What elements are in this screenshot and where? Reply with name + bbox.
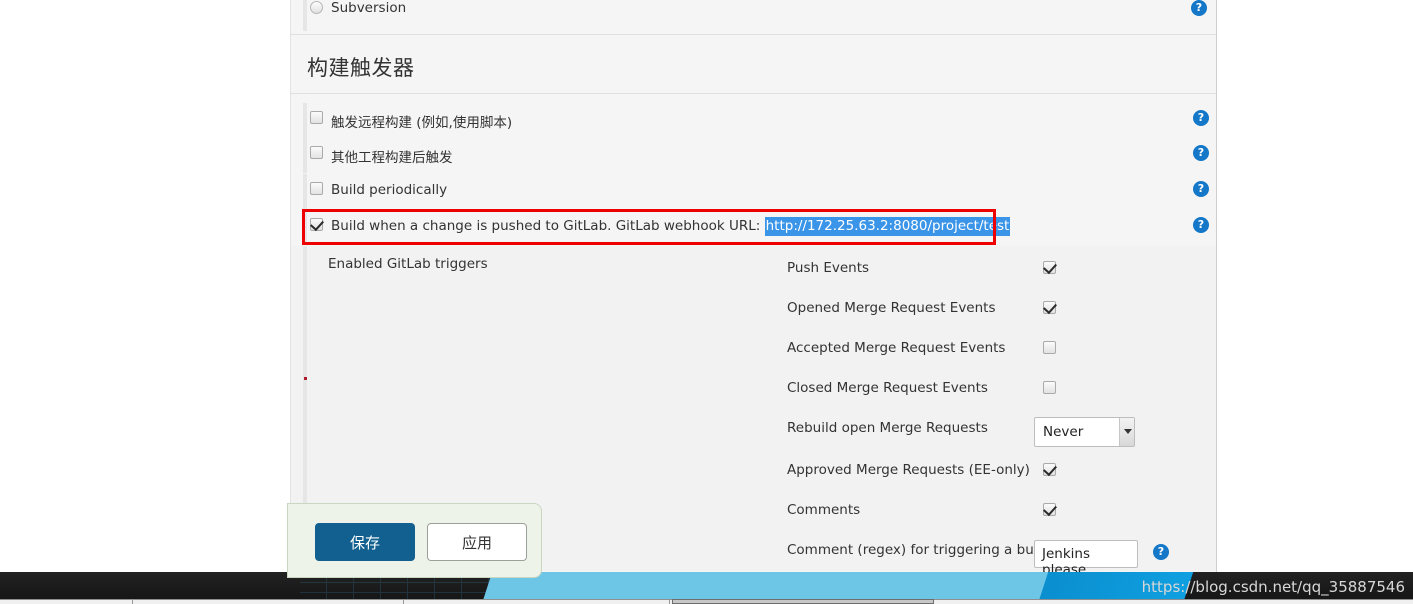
screen: Subversion ? 构建触发器 触发远程构建 (例如,使用脚本) ? 其他… [0, 0, 1413, 604]
form-action-bar: 保存 应用 [287, 503, 542, 578]
gitlab-row-label: Accepted Merge Request Events [787, 340, 1006, 356]
rebuild-open-merge-requests-value: Never [1043, 424, 1084, 440]
gitlab-row-push-events[interactable]: Push Events [291, 260, 1216, 300]
divider-scm [291, 34, 1216, 35]
approved-merge-requests-checkbox[interactable] [1043, 463, 1056, 476]
gitlab-row-label: Comment (regex) for triggering a build [787, 542, 1050, 558]
gitlab-webhook-url[interactable]: http://172.25.63.2:8080/project/test [764, 217, 1011, 236]
trigger-remote-checkbox[interactable] [310, 111, 323, 124]
help-icon-comment-regex[interactable]: ? [1153, 544, 1169, 560]
row-accent-bar [303, 138, 307, 173]
rebuild-open-merge-requests-select[interactable]: Never [1034, 417, 1135, 447]
watermark-url: https://blog.csdn.net/qq_35887546 [1141, 578, 1405, 596]
chevron-down-icon[interactable] [1119, 418, 1134, 446]
trigger-remote-label-sub: (例如,使用脚本) [412, 115, 513, 131]
trigger-periodic-label: Build periodically [331, 182, 448, 198]
gitlab-row-approved-mr[interactable]: Approved Merge Requests (EE-only) [291, 462, 1216, 502]
page-title: 构建触发器 [307, 56, 415, 80]
comments-checkbox[interactable] [1043, 503, 1056, 516]
accepted-merge-request-events-checkbox[interactable] [1043, 341, 1056, 354]
annotation-dot [304, 377, 307, 380]
taskbar-window-strip [0, 599, 1413, 604]
taskbar-divider [403, 599, 404, 604]
subversion-radio[interactable] [310, 1, 323, 14]
row-accent-bar [303, 174, 307, 209]
gitlab-row-label: Opened Merge Request Events [787, 300, 996, 316]
trigger-row-gitlab[interactable]: Build when a change is pushed to GitLab.… [291, 209, 1216, 244]
gitlab-row-label: Push Events [787, 260, 870, 276]
help-icon-scm[interactable]: ? [1191, 0, 1207, 16]
row-accent-bar [303, 0, 307, 31]
trigger-gitlab-label-text: Build when a change is pushed to GitLab.… [331, 218, 761, 234]
gitlab-row-label: Comments [787, 502, 861, 518]
subversion-label: Subversion [331, 0, 407, 16]
taskbar-window-button[interactable] [672, 599, 934, 604]
jenkins-config-panel: Subversion ? 构建触发器 触发远程构建 (例如,使用脚本) ? 其他… [290, 0, 1217, 578]
help-icon-trigger-remote[interactable]: ? [1193, 110, 1209, 126]
gitlab-row-rebuild-open-mr[interactable]: Rebuild open Merge Requests Never [291, 417, 1216, 460]
row-accent-bar [303, 103, 307, 138]
taskbar-divider [669, 599, 670, 604]
gitlab-row-opened-mr[interactable]: Opened Merge Request Events [291, 300, 1216, 340]
comment-regex-input[interactable]: Jenkins please [1034, 540, 1138, 578]
opened-merge-request-events-checkbox[interactable] [1043, 301, 1056, 314]
row-accent-bar [303, 209, 307, 244]
scm-option-subversion-row[interactable]: Subversion ? [291, 0, 1216, 31]
gitlab-row-label: Approved Merge Requests (EE-only) [787, 462, 1030, 478]
push-events-checkbox[interactable] [1043, 261, 1056, 274]
closed-merge-request-events-checkbox[interactable] [1043, 381, 1056, 394]
trigger-upstream-checkbox[interactable] [310, 146, 323, 159]
taskbar-divider [132, 599, 133, 604]
trigger-gitlab-checkbox[interactable] [310, 218, 323, 231]
gitlab-row-accepted-mr[interactable]: Accepted Merge Request Events [291, 340, 1216, 380]
divider-triggers [291, 93, 1216, 94]
help-icon-trigger-periodic[interactable]: ? [1193, 181, 1209, 197]
gitlab-row-label: Rebuild open Merge Requests [787, 420, 988, 436]
trigger-periodic-checkbox[interactable] [310, 182, 323, 195]
trigger-upstream-label: 其他工程构建后触发 [331, 150, 453, 166]
gitlab-row-label: Closed Merge Request Events [787, 380, 988, 396]
save-button[interactable]: 保存 [315, 523, 415, 561]
help-icon-trigger-upstream[interactable]: ? [1193, 145, 1209, 161]
apply-button[interactable]: 应用 [427, 523, 527, 561]
trigger-row-periodic[interactable]: Build periodically ? [291, 174, 1216, 209]
trigger-row-upstream[interactable]: 其他工程构建后触发 ? [291, 138, 1216, 173]
trigger-remote-label-main: 触发远程构建 [331, 115, 412, 131]
gitlab-row-closed-mr[interactable]: Closed Merge Request Events [291, 380, 1216, 420]
help-icon-trigger-gitlab[interactable]: ? [1193, 217, 1209, 233]
trigger-gitlab-label: Build when a change is pushed to GitLab.… [331, 217, 1011, 236]
trigger-row-remote[interactable]: 触发远程构建 (例如,使用脚本) ? [291, 103, 1216, 138]
trigger-remote-label: 触发远程构建 (例如,使用脚本) [331, 111, 512, 131]
